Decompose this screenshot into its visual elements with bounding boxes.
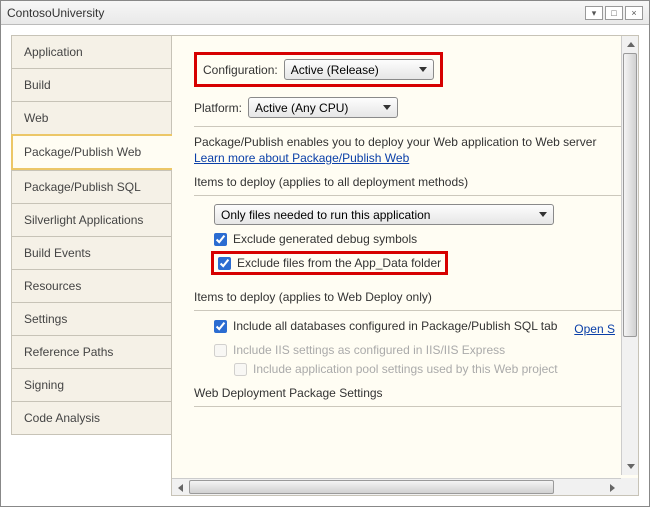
configuration-dropdown[interactable]: Active (Release) xyxy=(284,59,434,80)
vscroll-thumb[interactable] xyxy=(623,53,637,337)
platform-value: Active (Any CPU) xyxy=(255,101,377,115)
web-deploy-pkg-heading: Web Deployment Package Settings xyxy=(194,386,621,400)
horizontal-scrollbar[interactable] xyxy=(172,478,621,495)
sidebar-item-web[interactable]: Web xyxy=(11,101,171,134)
exclude-appdata-input[interactable] xyxy=(218,257,231,270)
main-panel: Configuration: Active (Release) Platform… xyxy=(171,35,639,496)
sidebar: Application Build Web Package/Publish We… xyxy=(11,35,171,496)
vertical-scrollbar[interactable] xyxy=(621,36,638,475)
deploy-mode-value: Only files needed to run this applicatio… xyxy=(221,208,533,222)
include-iis-checkbox: Include IIS settings as configured in II… xyxy=(214,343,621,357)
maximize-button[interactable]: □ xyxy=(605,6,623,20)
vscroll-track[interactable] xyxy=(622,53,638,458)
titlebar: ContosoUniversity ▾ □ × xyxy=(1,1,649,25)
sidebar-item-signing[interactable]: Signing xyxy=(11,368,171,401)
dropdown-button[interactable]: ▾ xyxy=(585,6,603,20)
content-area: Configuration: Active (Release) Platform… xyxy=(172,36,621,478)
divider xyxy=(194,406,621,407)
items-deploy-web-heading: Items to deploy (applies to Web Deploy o… xyxy=(194,290,621,304)
exclude-appdata-checkbox[interactable]: Exclude files from the App_Data folder xyxy=(218,256,441,270)
platform-row: Platform: Active (Any CPU) xyxy=(194,97,621,118)
exclude-appdata-highlight: Exclude files from the App_Data folder xyxy=(211,251,448,275)
configuration-label: Configuration: xyxy=(203,63,278,77)
divider xyxy=(194,126,621,127)
deploy-mode-dropdown[interactable]: Only files needed to run this applicatio… xyxy=(214,204,554,225)
chevron-down-icon xyxy=(419,67,427,72)
scroll-down-button[interactable] xyxy=(622,458,639,475)
include-apppool-input xyxy=(234,363,247,376)
window-title: ContosoUniversity xyxy=(7,6,585,20)
include-apppool-checkbox: Include application pool settings used b… xyxy=(234,362,621,376)
app-window: ContosoUniversity ▾ □ × Application Buil… xyxy=(0,0,650,507)
sidebar-item-package-publish-sql[interactable]: Package/Publish SQL xyxy=(11,170,171,203)
sidebar-item-resources[interactable]: Resources xyxy=(11,269,171,302)
chevron-down-icon xyxy=(539,212,547,217)
include-db-label: Include all databases configured in Pack… xyxy=(233,319,557,333)
titlebar-controls: ▾ □ × xyxy=(585,6,643,20)
sidebar-item-build[interactable]: Build xyxy=(11,68,171,101)
sidebar-item-application[interactable]: Application xyxy=(11,35,171,68)
include-apppool-label: Include application pool settings used b… xyxy=(253,362,558,376)
description-text: Package/Publish enables you to deploy yo… xyxy=(194,135,621,149)
scroll-up-button[interactable] xyxy=(622,36,639,53)
divider xyxy=(194,310,621,311)
configuration-value: Active (Release) xyxy=(291,63,413,77)
close-button[interactable]: × xyxy=(625,6,643,20)
body: Application Build Web Package/Publish We… xyxy=(1,25,649,506)
open-sql-link[interactable]: Open S xyxy=(574,322,615,336)
sidebar-item-code-analysis[interactable]: Code Analysis xyxy=(11,401,171,435)
exclude-appdata-label: Exclude files from the App_Data folder xyxy=(237,256,441,270)
scroll-left-button[interactable] xyxy=(172,479,189,496)
exclude-debug-checkbox[interactable]: Exclude generated debug symbols xyxy=(214,232,621,246)
divider xyxy=(194,195,621,196)
sidebar-item-silverlight[interactable]: Silverlight Applications xyxy=(11,203,171,236)
include-iis-label: Include IIS settings as configured in II… xyxy=(233,343,505,357)
sidebar-item-reference-paths[interactable]: Reference Paths xyxy=(11,335,171,368)
sidebar-item-package-publish-web[interactable]: Package/Publish Web xyxy=(11,134,172,170)
scroll-corner xyxy=(621,478,638,495)
hscroll-track[interactable] xyxy=(189,479,604,495)
scroll-right-button[interactable] xyxy=(604,479,621,496)
include-db-input[interactable] xyxy=(214,320,227,333)
platform-label: Platform: xyxy=(194,101,242,115)
configuration-highlight: Configuration: Active (Release) xyxy=(194,52,443,87)
learn-more-link[interactable]: Learn more about Package/Publish Web xyxy=(194,151,409,165)
include-db-checkbox[interactable]: Include all databases configured in Pack… xyxy=(214,319,557,333)
items-deploy-all-heading: Items to deploy (applies to all deployme… xyxy=(194,175,621,189)
exclude-debug-label: Exclude generated debug symbols xyxy=(233,232,417,246)
chevron-down-icon xyxy=(383,105,391,110)
include-iis-input xyxy=(214,344,227,357)
exclude-debug-input[interactable] xyxy=(214,233,227,246)
hscroll-thumb[interactable] xyxy=(189,480,554,494)
platform-dropdown[interactable]: Active (Any CPU) xyxy=(248,97,398,118)
sidebar-item-settings[interactable]: Settings xyxy=(11,302,171,335)
sidebar-item-build-events[interactable]: Build Events xyxy=(11,236,171,269)
